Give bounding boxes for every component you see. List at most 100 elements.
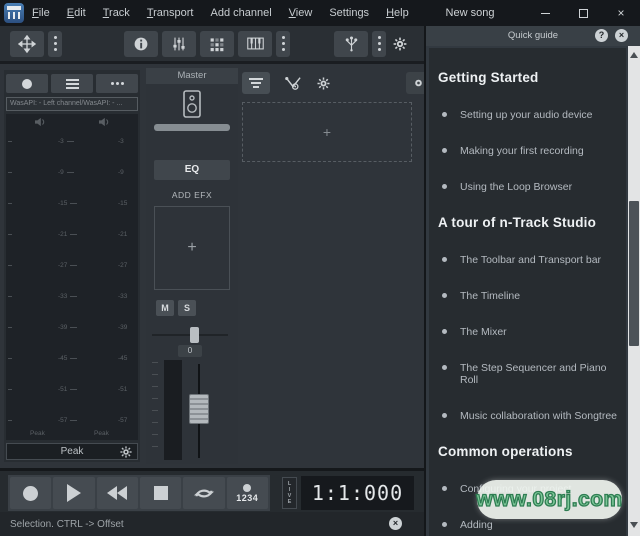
gear-icon: [120, 446, 132, 458]
menu-transport[interactable]: Transport: [147, 7, 194, 19]
track-info-button[interactable]: [124, 30, 158, 57]
guide-item-list: The Toolbar and Transport bar The Timelin…: [438, 254, 620, 422]
titlebar: File Edit Track Transport Add channel View Set…: [0, 0, 640, 26]
bullet-icon: [442, 486, 447, 491]
audio-device-select[interactable]: WasAPI: - Left channel/WasAPI: - ...: [6, 97, 138, 111]
menu-edit[interactable]: Edit: [67, 7, 86, 19]
status-message: Selection. CTRL -> Offset: [10, 518, 124, 530]
close-button[interactable]: ×: [602, 0, 640, 26]
watermark: www.08rj.com: [476, 480, 623, 519]
recorder-menu-button[interactable]: [51, 74, 93, 93]
menu-settings[interactable]: Settings: [329, 7, 369, 19]
guide-link[interactable]: Music collaboration with Songtree: [438, 410, 620, 422]
time-display[interactable]: 1:1:000: [301, 476, 414, 510]
window-controls: ×: [526, 0, 640, 26]
efx-drop-zone[interactable]: +: [154, 206, 230, 290]
menu-track[interactable]: Track: [103, 7, 130, 19]
hamburger-icon: [65, 78, 79, 89]
app-icon[interactable]: [4, 3, 24, 23]
step-sequencer-button[interactable]: [200, 30, 234, 57]
guide-link[interactable]: The Timeline: [438, 290, 620, 302]
monitor-speaker-icon: [183, 90, 201, 118]
automation-tool-button[interactable]: [284, 75, 302, 91]
stop-button[interactable]: [139, 477, 182, 509]
guide-link[interactable]: Using the Loop Browser: [438, 181, 620, 193]
track-drop-zone[interactable]: +: [242, 102, 412, 162]
window-title: New song: [445, 7, 495, 19]
guide-link[interactable]: Setting up your audio device: [438, 109, 620, 121]
maximize-button[interactable]: [564, 0, 602, 26]
meter-settings-button[interactable]: [119, 445, 133, 459]
play-button[interactable]: [53, 477, 95, 509]
views-overflow-button[interactable]: [276, 30, 290, 57]
quick-guide-content: Getting Started Setting up your audio dev…: [429, 48, 626, 536]
solo-button[interactable]: S: [178, 300, 196, 316]
pan-slider-thumb[interactable]: [190, 327, 199, 343]
count-in-button[interactable]: 1234: [226, 477, 268, 509]
add-efx-label: ADD EFX: [171, 190, 213, 200]
pan-slider[interactable]: [152, 327, 228, 343]
fader-scale: [152, 362, 158, 458]
gear-icon: [415, 79, 422, 87]
guide-link[interactable]: Making your first recording: [438, 145, 620, 157]
quick-guide-panel: Quick guide ? × Getting Started Setting u…: [424, 26, 640, 536]
guide-link[interactable]: The Step Sequencer and Piano Roll: [438, 362, 620, 386]
peak-button[interactable]: Peak: [6, 443, 138, 460]
guide-link[interactable]: The Mixer: [438, 326, 620, 338]
speaker-icon: [35, 117, 45, 127]
menu-help[interactable]: Help: [386, 7, 409, 19]
guide-item-list: Setting up your audio device Making your …: [438, 109, 620, 193]
mixer-icon: [173, 37, 185, 50]
master-strip-title[interactable]: Master: [146, 68, 238, 84]
toolbar-settings-button[interactable]: [390, 34, 410, 54]
menu-add-channel[interactable]: Add channel: [210, 7, 271, 19]
bullet-icon: [442, 413, 447, 418]
rewind-button[interactable]: [96, 477, 138, 509]
volume-fader-zone: [146, 360, 238, 460]
piano-roll-button[interactable]: [238, 30, 272, 57]
mute-button[interactable]: M: [156, 300, 174, 316]
eq-button[interactable]: EQ: [154, 160, 230, 180]
channel-peak-label: Peak: [94, 430, 109, 437]
master-level-meter: [164, 360, 182, 460]
tools-overflow-button[interactable]: [48, 30, 62, 57]
minimize-button[interactable]: [526, 0, 564, 26]
mixer-button[interactable]: [162, 30, 196, 57]
bullet-icon: [442, 293, 447, 298]
fader-thumb[interactable]: [189, 394, 209, 424]
move-tool-button[interactable]: [10, 30, 44, 57]
songtree-button[interactable]: [334, 30, 368, 57]
step-sequencer-icon: [210, 37, 224, 51]
quick-guide-close-button[interactable]: ×: [615, 29, 628, 42]
scroll-down-icon[interactable]: [630, 522, 638, 528]
scroll-up-icon[interactable]: [630, 52, 638, 58]
plus-icon: +: [322, 124, 332, 140]
collapsed-panel-button[interactable]: [406, 72, 424, 94]
timeline-settings-button[interactable]: [316, 76, 331, 91]
channel-peak-label: Peak: [30, 430, 45, 437]
gear-icon: [317, 77, 330, 89]
status-close-button[interactable]: ×: [389, 517, 402, 530]
songtree-icon: [345, 36, 357, 52]
track-view-button[interactable]: [242, 72, 270, 94]
scrollbar-thumb[interactable]: [629, 201, 639, 346]
quick-guide-scrollbar[interactable]: [628, 46, 640, 536]
menu-file[interactable]: File: [32, 7, 50, 19]
loop-button[interactable]: [183, 477, 225, 509]
kebab-icon: [53, 36, 57, 51]
meter-db-tick: -15 -15: [6, 200, 138, 208]
toolbar-group-views: [124, 30, 294, 57]
songtree-overflow-button[interactable]: [372, 30, 386, 57]
live-button[interactable]: LIVE: [282, 477, 297, 509]
help-button[interactable]: ?: [595, 29, 608, 42]
menu-view[interactable]: View: [289, 7, 313, 19]
guide-link[interactable]: Adding: [438, 519, 620, 531]
guide-section-heading: Common operations: [438, 444, 573, 459]
meter-db-tick: -51 -51: [6, 386, 138, 394]
recorder-more-button[interactable]: [96, 74, 138, 93]
guide-link[interactable]: The Toolbar and Transport bar: [438, 254, 620, 266]
arm-record-button[interactable]: [6, 74, 48, 93]
pan-value: 0: [178, 345, 202, 357]
record-button[interactable]: [10, 477, 52, 509]
bullet-icon: [442, 184, 447, 189]
